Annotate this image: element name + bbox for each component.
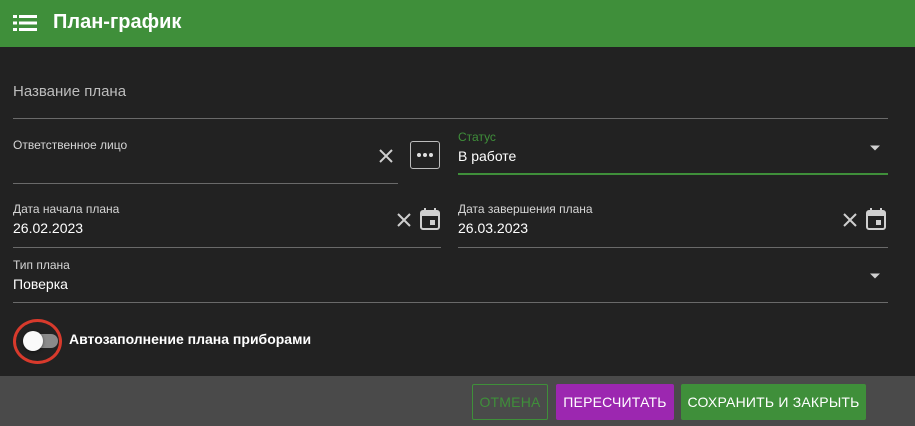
autofill-label: Автозаполнение плана приборами bbox=[69, 331, 312, 347]
list-menu-icon[interactable] bbox=[13, 15, 37, 31]
status-underline bbox=[458, 173, 888, 175]
autofill-toggle-knob[interactable] bbox=[23, 331, 43, 351]
cancel-button[interactable]: ОТМЕНА bbox=[472, 384, 548, 420]
plan-type-label: Тип плана bbox=[13, 258, 70, 272]
plan-name-input[interactable]: Название плана bbox=[13, 83, 126, 100]
page-title: План-график bbox=[53, 11, 182, 33]
recalculate-button[interactable]: ПЕРЕСЧИТАТЬ bbox=[556, 384, 674, 420]
plan-name-underline bbox=[13, 118, 888, 119]
calendar-icon[interactable] bbox=[866, 208, 886, 230]
save-and-close-button[interactable]: СОХРАНИТЬ И ЗАКРЫТЬ bbox=[681, 384, 866, 420]
end-date-field[interactable]: 26.03.2023 bbox=[458, 220, 528, 236]
plan-type-dropdown-arrow-icon[interactable] bbox=[869, 272, 881, 280]
responsible-field[interactable] bbox=[13, 158, 373, 176]
status-dropdown-arrow-icon[interactable] bbox=[869, 144, 881, 152]
responsible-label: Ответственное лицо bbox=[13, 138, 128, 152]
select-responsible-button[interactable] bbox=[410, 141, 440, 169]
start-date-underline bbox=[13, 247, 441, 248]
end-date-label: Дата завершения плана bbox=[458, 202, 593, 216]
status-label: Статус bbox=[458, 130, 496, 144]
clear-end-date-icon[interactable] bbox=[842, 212, 858, 228]
app-header: План-график bbox=[0, 0, 915, 47]
more-dots-icon bbox=[416, 153, 421, 157]
responsible-underline bbox=[13, 183, 398, 184]
end-date-underline bbox=[458, 247, 888, 248]
start-date-label: Дата начала плана bbox=[13, 202, 120, 216]
start-date-field[interactable]: 26.02.2023 bbox=[13, 220, 83, 236]
plan-type-select[interactable]: Поверка bbox=[13, 276, 68, 292]
calendar-icon[interactable] bbox=[420, 208, 440, 230]
clear-responsible-icon[interactable] bbox=[378, 148, 394, 164]
clear-start-date-icon[interactable] bbox=[396, 212, 412, 228]
status-select[interactable]: В работе bbox=[458, 148, 516, 164]
plan-type-underline bbox=[13, 302, 888, 303]
